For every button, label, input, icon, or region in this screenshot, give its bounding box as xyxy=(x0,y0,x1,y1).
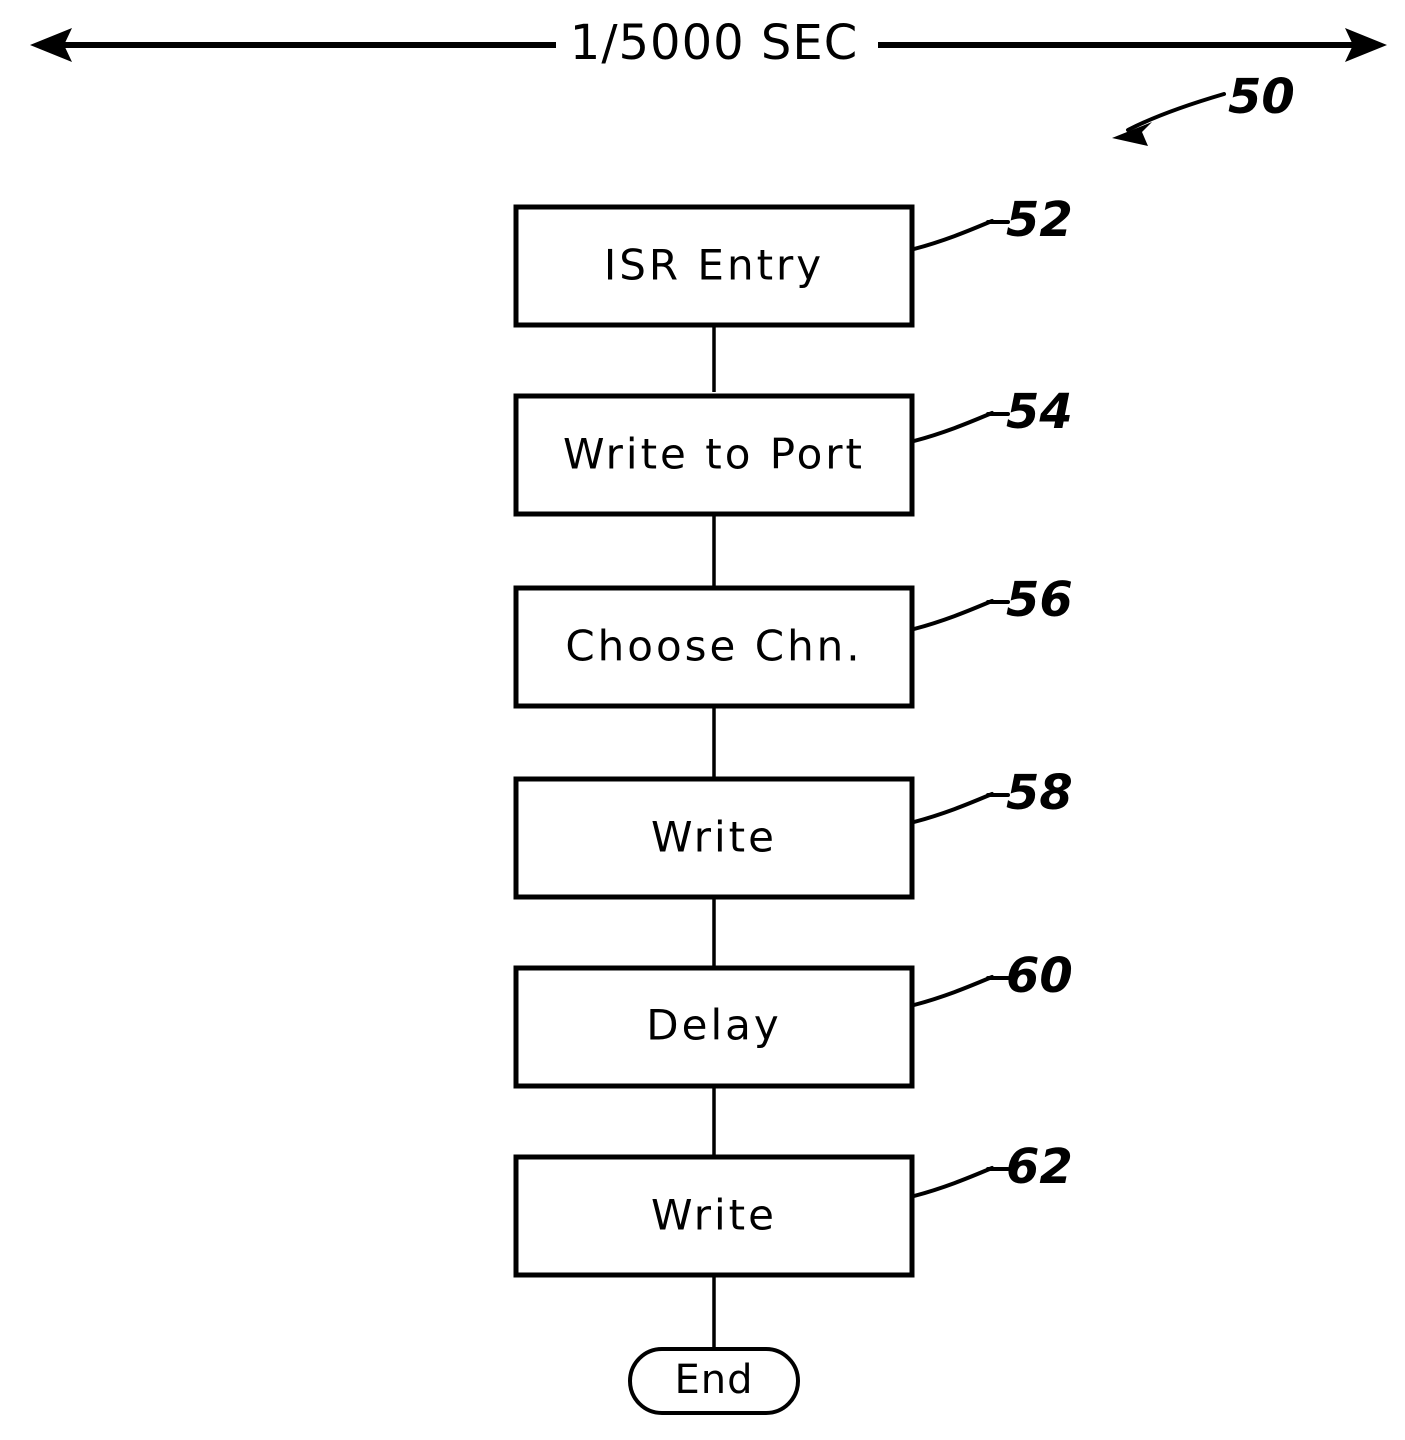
figure-ref-arrowhead xyxy=(1112,122,1152,146)
ref-leader-56 xyxy=(912,599,1010,631)
ref-number-60: 60 xyxy=(1006,948,1073,1004)
ref-leader-60-line xyxy=(912,975,994,1007)
node-choose-chn-label: Choose Chn. xyxy=(565,622,862,671)
node-delay-label: Delay xyxy=(646,1001,781,1050)
timing-label: 1/5000 SEC xyxy=(570,15,858,71)
node-choose-chn[interactable]: Choose Chn. xyxy=(513,585,915,709)
figure-ref-leader-line xyxy=(1126,92,1226,132)
ref-number-58: 58 xyxy=(1006,765,1073,821)
figure-ref-leader xyxy=(1112,92,1226,146)
node-delay[interactable]: Delay xyxy=(513,965,915,1089)
ref-leader-62 xyxy=(912,1166,1010,1198)
ref-leader-62-line xyxy=(912,1166,994,1198)
node-write-to-port-label: Write to Port xyxy=(563,430,865,479)
node-write-1-label: Write xyxy=(651,813,777,862)
node-write-to-port[interactable]: Write to Port xyxy=(513,393,915,517)
ref-number-52: 52 xyxy=(1006,192,1073,248)
node-write-2[interactable]: Write xyxy=(513,1154,915,1278)
ref-leader-52 xyxy=(912,219,1010,251)
node-write-1[interactable]: Write xyxy=(513,776,915,900)
ref-number-62: 62 xyxy=(1006,1139,1073,1195)
node-isr-entry[interactable]: ISR Entry xyxy=(513,204,915,328)
ref-leader-52-line xyxy=(912,219,994,251)
ref-leader-60 xyxy=(912,975,1010,1007)
ref-leader-54-line xyxy=(912,411,994,443)
ref-leader-58-line xyxy=(912,792,994,824)
ref-leader-56-line xyxy=(912,599,994,631)
node-write-2-label: Write xyxy=(651,1191,777,1240)
ref-leader-58 xyxy=(912,792,1010,824)
figure-canvas: 1/5000 SEC 50 ISR Entry 52 Write to Port… xyxy=(0,0,1405,1440)
node-end-label: End xyxy=(674,1357,753,1403)
ref-number-56: 56 xyxy=(1006,572,1073,628)
node-end[interactable]: End xyxy=(628,1347,800,1415)
figure-ref-number: 50 xyxy=(1228,69,1295,125)
ref-number-54: 54 xyxy=(1006,384,1073,440)
flowchart-figure: 1/5000 SEC 50 ISR Entry 52 Write to Port… xyxy=(30,15,1387,1415)
ref-leader-54 xyxy=(912,411,1010,443)
node-isr-entry-label: ISR Entry xyxy=(604,241,824,290)
